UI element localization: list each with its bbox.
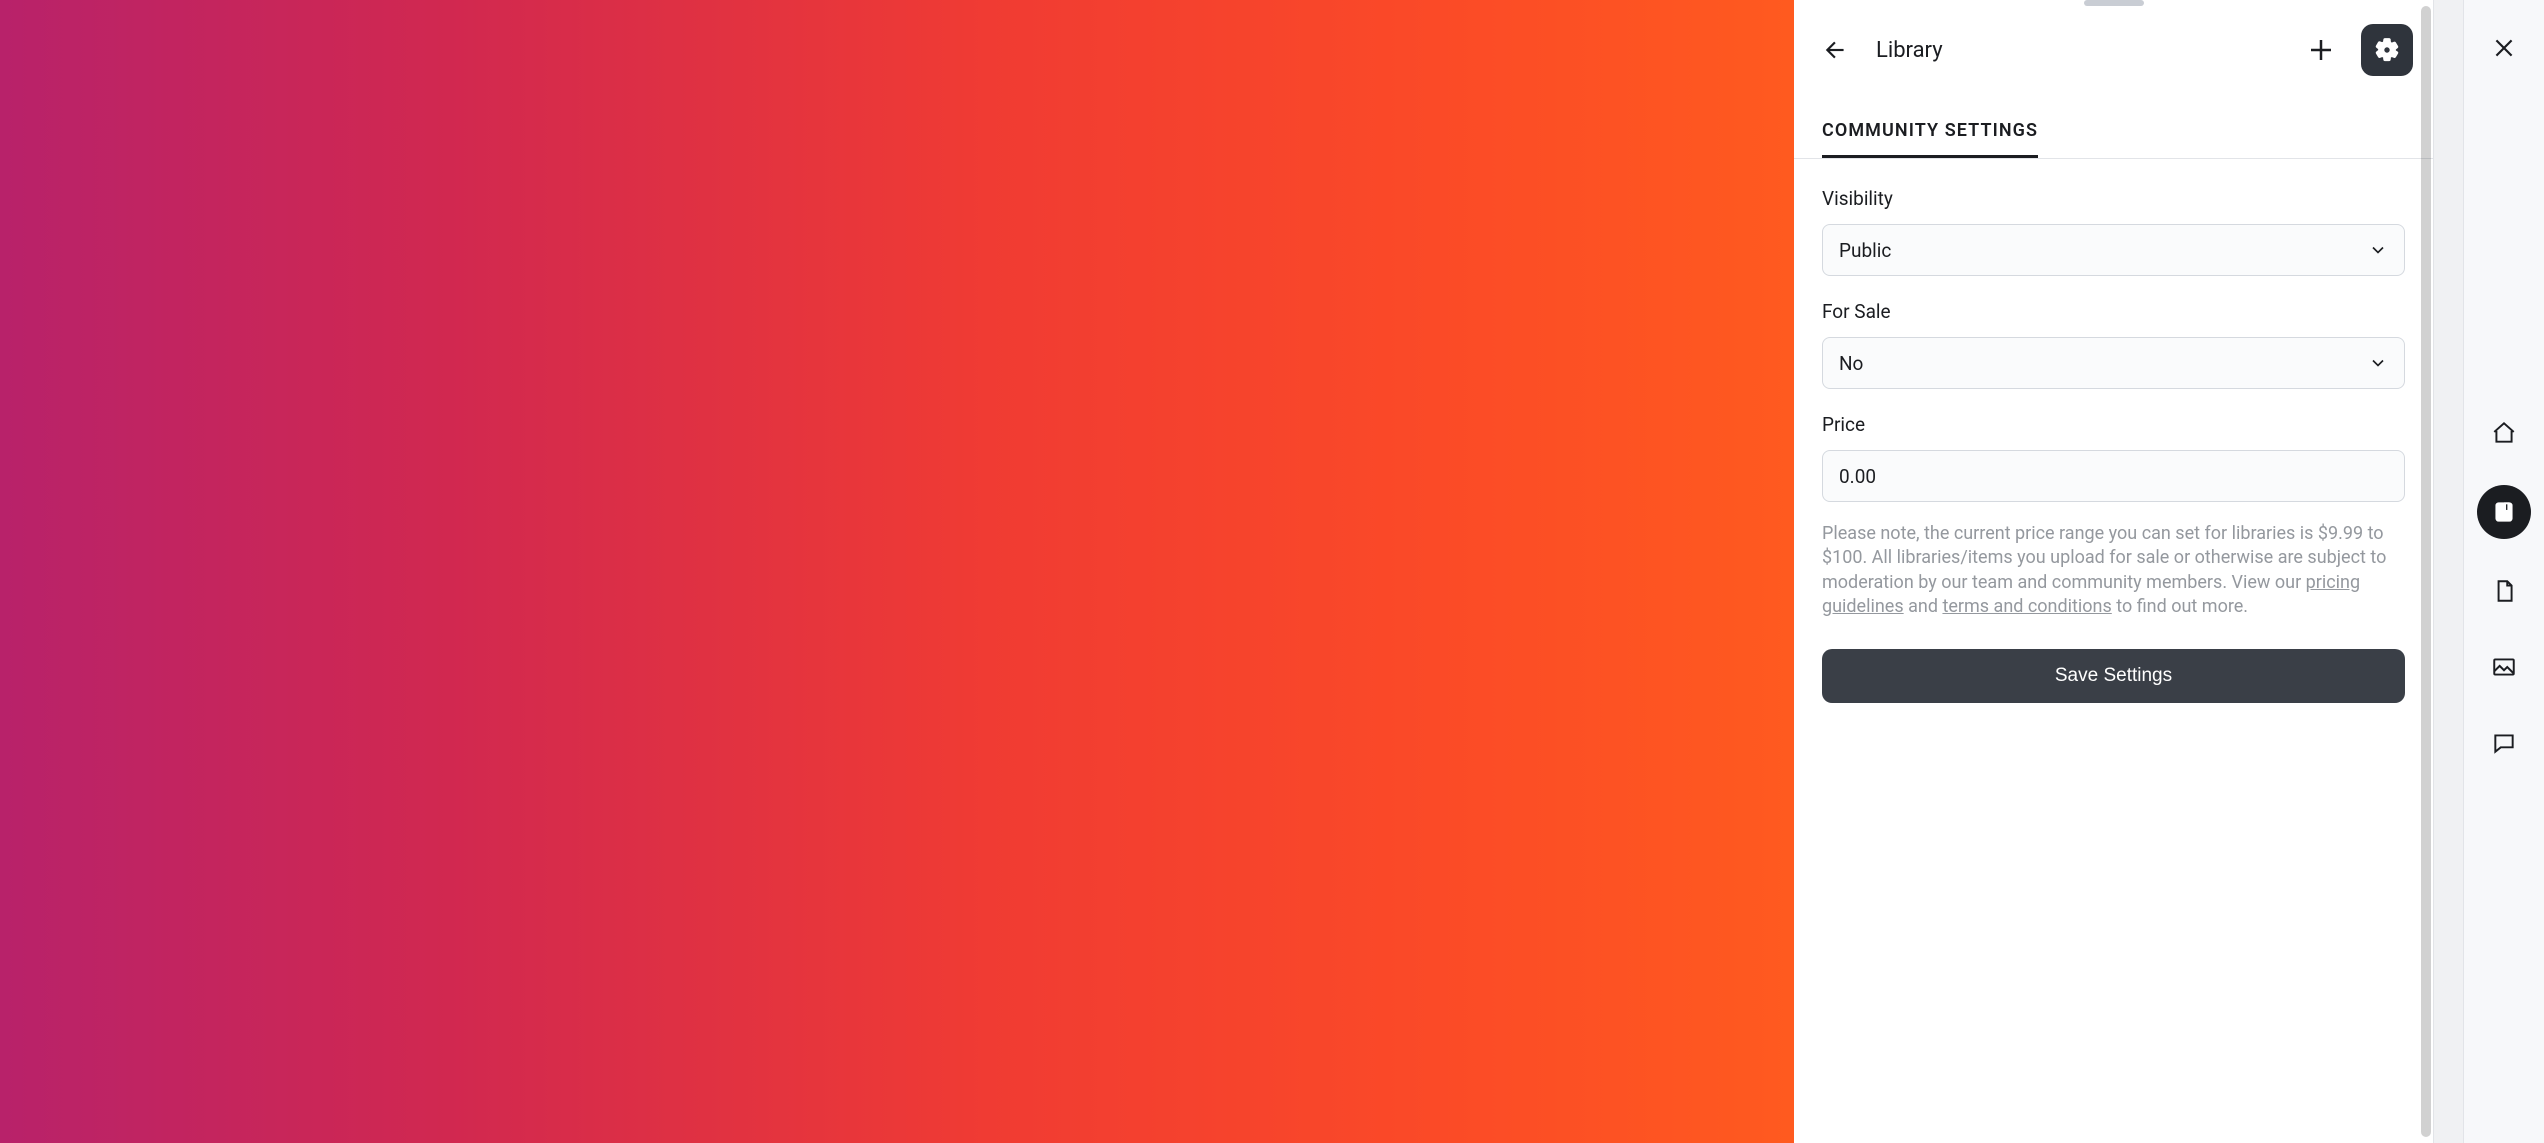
visibility-value: Public xyxy=(1839,239,1891,262)
rail-document[interactable] xyxy=(2480,567,2528,615)
tab-community-settings[interactable]: COMMUNITY SETTINGS xyxy=(1822,120,2038,158)
field-for-sale: For Sale No xyxy=(1822,300,2405,389)
back-button[interactable] xyxy=(1814,28,1858,72)
note-text-2: and xyxy=(1904,596,1943,617)
price-input[interactable]: 0.00 xyxy=(1822,450,2405,502)
tabs-row: COMMUNITY SETTINGS xyxy=(1794,120,2433,159)
drag-handle[interactable] xyxy=(2084,0,2144,6)
for-sale-value: No xyxy=(1839,352,1863,375)
canvas-gradient xyxy=(0,0,1794,1143)
comment-icon xyxy=(2491,730,2517,756)
close-icon xyxy=(2491,35,2517,61)
field-visibility: Visibility Public xyxy=(1822,187,2405,276)
visibility-select[interactable]: Public xyxy=(1822,224,2405,276)
rail-comment[interactable] xyxy=(2480,719,2528,767)
plus-icon xyxy=(2306,35,2336,65)
close-button[interactable] xyxy=(2480,24,2528,72)
price-label: Price xyxy=(1822,413,2405,436)
right-rail xyxy=(2464,0,2544,1143)
panel-header: Library xyxy=(1794,24,2433,94)
settings-form: Visibility Public For Sale No xyxy=(1794,159,2433,703)
rail-image[interactable] xyxy=(2480,643,2528,691)
price-note: Please note, the current price range you… xyxy=(1822,522,2405,619)
for-sale-select[interactable]: No xyxy=(1822,337,2405,389)
gutter xyxy=(2434,0,2464,1143)
settings-panel: Library COMMUNITY SETTINGS xyxy=(1794,0,2434,1143)
terms-link[interactable]: terms and conditions xyxy=(1942,596,2111,617)
gear-icon xyxy=(2374,37,2400,63)
image-icon xyxy=(2491,654,2517,680)
arrow-left-icon xyxy=(1823,37,1849,63)
panel-scrollbar[interactable] xyxy=(2421,6,2431,1137)
add-button[interactable] xyxy=(2299,28,2343,72)
for-sale-label: For Sale xyxy=(1822,300,2405,323)
library-icon xyxy=(2491,499,2517,525)
note-text-1: Please note, the current price range you… xyxy=(1822,523,2386,593)
chevron-down-icon xyxy=(2368,240,2388,260)
visibility-label: Visibility xyxy=(1822,187,2405,210)
settings-button[interactable] xyxy=(2361,24,2413,76)
document-icon xyxy=(2491,578,2517,604)
panel-title: Library xyxy=(1876,38,1943,63)
note-text-3: to find out more. xyxy=(2112,596,2248,617)
chevron-down-icon xyxy=(2368,353,2388,373)
field-price: Price 0.00 xyxy=(1822,413,2405,502)
save-settings-button[interactable]: Save Settings xyxy=(1822,649,2405,703)
rail-home[interactable] xyxy=(2480,409,2528,457)
rail-library[interactable] xyxy=(2477,485,2531,539)
price-value: 0.00 xyxy=(1839,465,1876,488)
home-icon xyxy=(2491,420,2517,446)
